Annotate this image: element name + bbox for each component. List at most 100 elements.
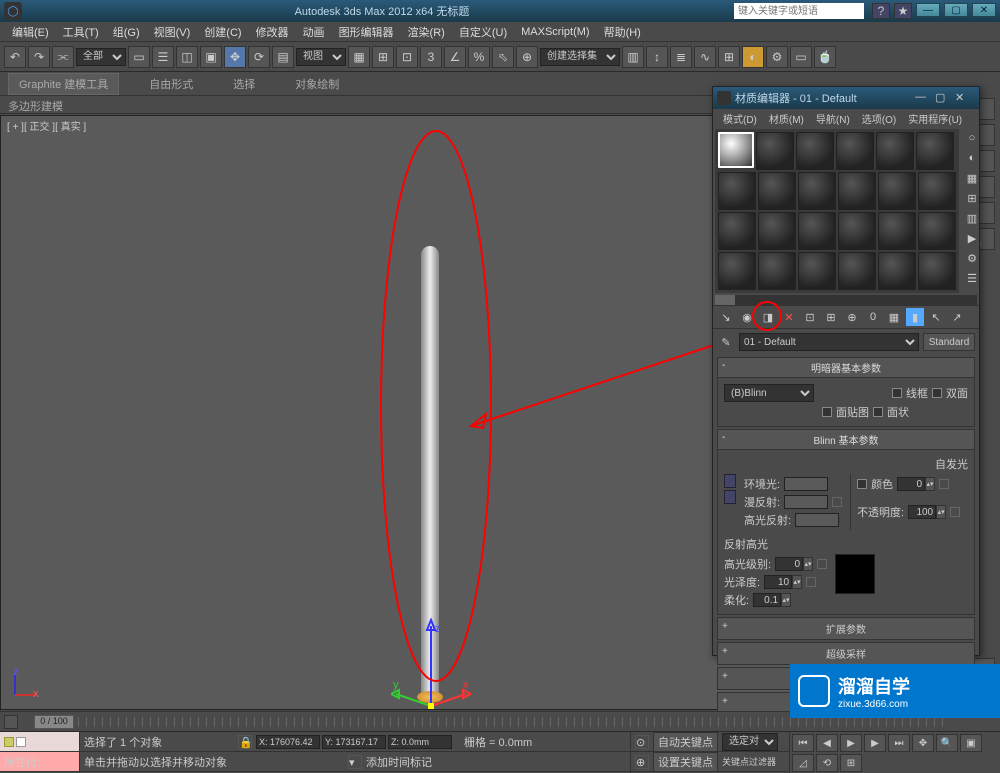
- filter-select[interactable]: 全部: [76, 48, 126, 66]
- snaptoggle-icon[interactable]: 3: [420, 46, 442, 68]
- menu-modifiers[interactable]: 修改器: [250, 22, 295, 42]
- material-slot[interactable]: [758, 252, 796, 290]
- material-slot[interactable]: [796, 132, 834, 170]
- setkey-icon[interactable]: ⊕: [635, 755, 649, 769]
- reset-map-icon[interactable]: ✕: [780, 308, 798, 326]
- opacity-spinner[interactable]: [908, 505, 936, 519]
- maximize-button[interactable]: ▢: [944, 3, 968, 17]
- curve-editor-icon[interactable]: ∿: [694, 46, 716, 68]
- selfillum-map-button[interactable]: [939, 479, 949, 489]
- mat-maximize-button[interactable]: ▢: [935, 91, 955, 105]
- gloss-map-button[interactable]: [806, 577, 816, 587]
- mat-menu-navigation[interactable]: 导航(N): [812, 110, 854, 127]
- put-to-library-icon[interactable]: ⊕: [843, 308, 861, 326]
- material-slot[interactable]: [916, 132, 954, 170]
- material-slot[interactable]: [918, 172, 956, 210]
- video-check-icon[interactable]: ▥: [963, 209, 981, 227]
- refcoord-select[interactable]: 视图: [296, 48, 346, 66]
- spinnersnap-icon[interactable]: ⬁: [492, 46, 514, 68]
- wire-checkbox[interactable]: [892, 388, 902, 398]
- add-timetag[interactable]: 添加时间标记: [366, 754, 432, 770]
- autokey-button[interactable]: 自动关键点: [653, 732, 718, 752]
- undo-icon[interactable]: ↶: [4, 46, 26, 68]
- assign-to-selection-icon[interactable]: ◨: [759, 308, 777, 326]
- timeline-config-icon[interactable]: [4, 715, 18, 729]
- scale-icon[interactable]: ▤: [272, 46, 294, 68]
- rollout-supersampling[interactable]: 超级采样: [717, 642, 975, 665]
- editnamed-icon[interactable]: ⊕: [516, 46, 538, 68]
- show-in-viewport-icon[interactable]: ▦: [885, 308, 903, 326]
- material-slot[interactable]: [718, 212, 756, 250]
- namedset-select[interactable]: 创建选择集: [540, 48, 620, 66]
- facemap-checkbox[interactable]: [822, 407, 832, 417]
- menu-views[interactable]: 视图(V): [148, 22, 197, 42]
- selfillum-spinner[interactable]: [897, 477, 925, 491]
- get-material-icon[interactable]: ↘: [717, 308, 735, 326]
- menu-animation[interactable]: 动画: [297, 22, 331, 42]
- material-slot[interactable]: [798, 172, 836, 210]
- show-end-result-icon[interactable]: ▮: [906, 308, 924, 326]
- material-slot[interactable]: [718, 172, 756, 210]
- keymode-icon[interactable]: ⊡: [396, 46, 418, 68]
- menu-create[interactable]: 创建(C): [198, 22, 247, 42]
- keyfilter-select[interactable]: 选定对象: [722, 733, 778, 751]
- material-slot[interactable]: [918, 212, 956, 250]
- material-editor-icon[interactable]: ◐: [742, 46, 764, 68]
- menu-edit[interactable]: 编辑(E): [6, 22, 55, 42]
- menu-tools[interactable]: 工具(T): [57, 22, 105, 42]
- manip-icon[interactable]: ⊞: [372, 46, 394, 68]
- mat-menu-material[interactable]: 材质(M): [765, 110, 808, 127]
- coord-y-input[interactable]: [322, 735, 386, 749]
- help-icon[interactable]: ?: [872, 3, 890, 19]
- rendersetup-icon[interactable]: ⚙: [766, 46, 788, 68]
- menu-customize[interactable]: 自定义(U): [453, 22, 513, 42]
- menu-grapheditors[interactable]: 图形编辑器: [333, 22, 400, 42]
- material-slot[interactable]: [838, 252, 876, 290]
- material-slot[interactable]: [878, 212, 916, 250]
- tab-objpaint[interactable]: 对象绘制: [285, 74, 349, 94]
- rollout-header[interactable]: 明暗器基本参数: [718, 358, 974, 378]
- speclevel-map-button[interactable]: [817, 559, 827, 569]
- percentsnap-icon[interactable]: %: [468, 46, 490, 68]
- uvtile-icon[interactable]: ⊞: [963, 189, 981, 207]
- align-icon[interactable]: ↕: [646, 46, 668, 68]
- shader-select[interactable]: (B)Blinn: [724, 384, 814, 402]
- script-listener-label[interactable]: 所在行:: [4, 754, 40, 770]
- speclevel-spinner[interactable]: [775, 557, 803, 571]
- goto-start-icon[interactable]: ⏮: [792, 734, 814, 752]
- material-slot[interactable]: [876, 132, 914, 170]
- material-slot[interactable]: [918, 252, 956, 290]
- put-to-scene-icon[interactable]: ◉: [738, 308, 756, 326]
- mat-menu-options[interactable]: 选项(O): [858, 110, 900, 127]
- mat-close-button[interactable]: ✕: [955, 91, 975, 105]
- material-slot[interactable]: [798, 212, 836, 250]
- time-ruler[interactable]: [78, 717, 946, 727]
- key-mode-icon[interactable]: ⊙: [635, 735, 649, 749]
- coord-z-input[interactable]: [388, 735, 452, 749]
- link-icon[interactable]: ⫘: [52, 46, 74, 68]
- material-slot[interactable]: [878, 252, 916, 290]
- setkey-button[interactable]: 设置关键点: [653, 752, 718, 772]
- specular-color-swatch[interactable]: [795, 513, 839, 527]
- mat-effects-icon[interactable]: 0: [864, 308, 882, 326]
- material-slot[interactable]: [878, 172, 916, 210]
- opacity-map-button[interactable]: [950, 507, 960, 517]
- mat-titlebar[interactable]: 材质编辑器 - 01 - Default — ▢ ✕: [713, 87, 979, 109]
- goto-end-icon[interactable]: ⏭: [888, 734, 910, 752]
- star-icon[interactable]: ★: [894, 3, 912, 19]
- pivot-icon[interactable]: ▦: [348, 46, 370, 68]
- selectname-icon[interactable]: ☰: [152, 46, 174, 68]
- slot-scrollbar[interactable]: [715, 295, 977, 305]
- schematic-icon[interactable]: ⊞: [718, 46, 740, 68]
- coord-x-input[interactable]: [256, 735, 320, 749]
- menu-rendering[interactable]: 渲染(R): [402, 22, 451, 42]
- menu-group[interactable]: 组(G): [107, 22, 146, 42]
- material-name-select[interactable]: 01 - Default: [739, 333, 919, 351]
- menu-help[interactable]: 帮助(H): [598, 22, 647, 42]
- material-slot[interactable]: [798, 252, 836, 290]
- zoom-icon[interactable]: 🔍: [936, 734, 958, 752]
- minimize-button[interactable]: —: [916, 3, 940, 17]
- selfillum-color-checkbox[interactable]: [857, 479, 867, 489]
- play-icon[interactable]: ▶: [840, 734, 862, 752]
- pan-icon[interactable]: ✥: [912, 734, 934, 752]
